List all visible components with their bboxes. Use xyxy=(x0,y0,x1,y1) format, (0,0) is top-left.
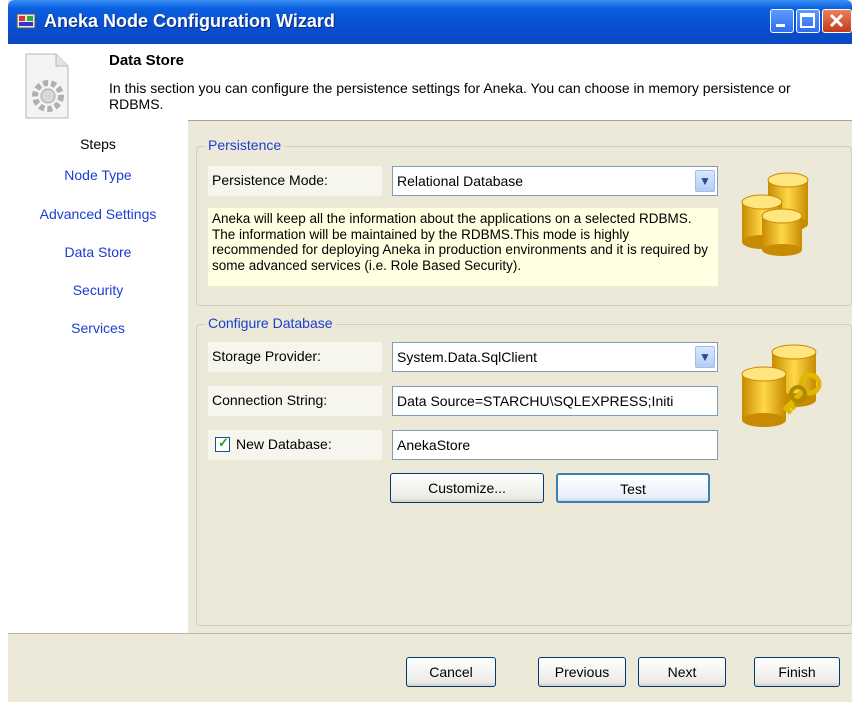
storage-provider-label: Storage Provider: xyxy=(208,342,382,372)
test-button[interactable]: Test xyxy=(556,473,710,503)
app-icon xyxy=(16,13,36,29)
connection-string-input[interactable]: Data Source=STARCHU\SQLEXPRESS;Initi xyxy=(392,386,718,416)
persistence-group-label: Persistence xyxy=(205,137,285,153)
configure-database-group-label: Configure Database xyxy=(205,315,336,331)
connection-string-label: Connection String: xyxy=(208,386,382,416)
next-button[interactable]: Next xyxy=(638,657,726,687)
steps-title: Steps xyxy=(80,136,116,152)
page-title: Data Store xyxy=(109,52,185,69)
step-node-type[interactable]: Node Type xyxy=(8,167,188,183)
database-icon xyxy=(741,172,809,256)
close-button[interactable] xyxy=(822,9,852,33)
persistence-info-text: Aneka will keep all the information abou… xyxy=(208,208,718,286)
checkmark-icon: ✓ xyxy=(218,435,229,450)
step-data-store[interactable]: Data Store xyxy=(8,244,188,260)
page-description: In this section you can configure the pe… xyxy=(109,80,791,112)
minimize-button[interactable] xyxy=(770,9,794,33)
database-key-icon xyxy=(741,344,822,427)
window-title: Aneka Node Configuration Wizard xyxy=(44,11,335,31)
step-security[interactable]: Security xyxy=(8,282,188,298)
dropdown-arrow-icon[interactable]: ▼ xyxy=(695,346,715,368)
step-advanced-settings[interactable]: Advanced Settings xyxy=(8,206,188,222)
steps-panel: Steps Node Type Advanced Settings Data S… xyxy=(8,120,188,633)
cancel-button[interactable]: Cancel xyxy=(406,657,496,687)
persistence-mode-select[interactable]: Relational Database ▼ xyxy=(392,166,718,196)
wizard-header: Data Store In this section you can confi… xyxy=(8,44,852,121)
maximize-icon xyxy=(800,13,815,28)
dropdown-arrow-icon[interactable]: ▼ xyxy=(695,170,715,192)
step-services[interactable]: Services xyxy=(8,320,188,336)
persistence-mode-value: Relational Database xyxy=(397,173,524,189)
close-icon xyxy=(829,13,844,28)
footer-divider xyxy=(8,633,852,634)
storage-provider-select[interactable]: System.Data.SqlClient ▼ xyxy=(392,342,718,372)
title-bar[interactable]: Aneka Node Configuration Wizard xyxy=(8,0,852,44)
maximize-button[interactable] xyxy=(796,9,820,33)
gear-icon xyxy=(25,53,69,119)
new-database-label: New Database: xyxy=(208,430,382,460)
finish-button[interactable]: Finish xyxy=(754,657,840,687)
persistence-mode-label: Persistence Mode: xyxy=(208,166,382,196)
previous-button[interactable]: Previous xyxy=(538,657,626,687)
minimize-icon xyxy=(776,24,785,27)
storage-provider-value: System.Data.SqlClient xyxy=(397,349,538,365)
wizard-window: Aneka Node Configuration Wizard Data Sto… xyxy=(8,0,852,702)
new-database-input[interactable]: AnekaStore xyxy=(392,430,718,460)
new-database-checkbox[interactable]: ✓ xyxy=(215,435,230,452)
customize-button[interactable]: Customize... xyxy=(390,473,544,503)
